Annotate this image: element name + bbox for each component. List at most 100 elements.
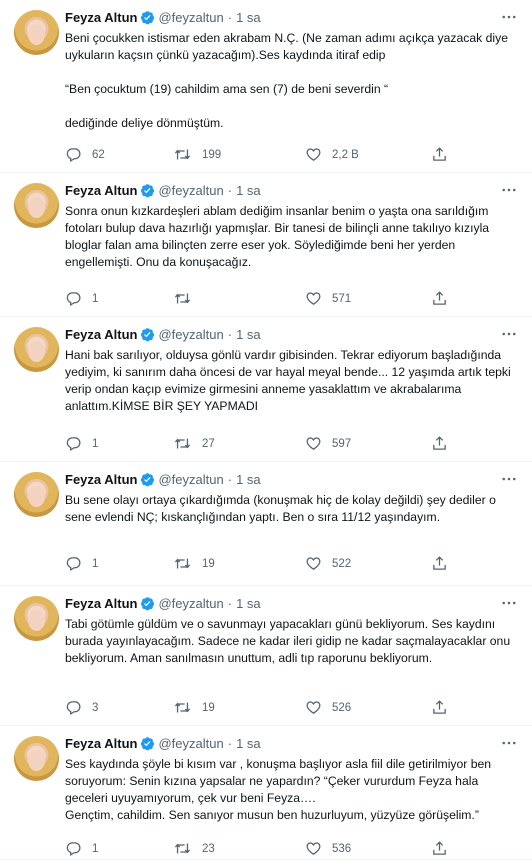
share-button[interactable] bbox=[431, 435, 448, 452]
timestamp[interactable]: 1 sa bbox=[236, 10, 261, 25]
author-name[interactable]: Feyza Altun bbox=[65, 596, 137, 611]
retweet-count: 199 bbox=[202, 148, 222, 161]
more-icon[interactable] bbox=[500, 325, 518, 346]
like-icon bbox=[305, 435, 322, 452]
tweet[interactable]: Feyza Altun @feyzaltun · 1 sa Ses kaydında … bbox=[0, 726, 532, 860]
share-button[interactable] bbox=[431, 699, 448, 716]
like-button[interactable]: 597 bbox=[305, 435, 351, 452]
reply-button[interactable]: 1 bbox=[65, 555, 98, 572]
more-icon[interactable] bbox=[500, 181, 518, 202]
reply-button[interactable]: 1 bbox=[65, 290, 98, 307]
retweet-count: 19 bbox=[202, 701, 215, 714]
retweet-button[interactable]: 19 bbox=[173, 555, 215, 572]
tweet[interactable]: Feyza Altun @feyzaltun · 1 sa Tabi götümle … bbox=[0, 586, 532, 726]
retweet-count: 19 bbox=[202, 557, 215, 570]
timestamp[interactable]: 1 sa bbox=[236, 327, 261, 342]
author-name[interactable]: Feyza Altun bbox=[65, 736, 137, 751]
avatar[interactable] bbox=[14, 596, 59, 641]
tweet-header: Feyza Altun @feyzaltun · 1 sa bbox=[65, 736, 261, 755]
more-icon[interactable] bbox=[500, 8, 518, 29]
tweet-thread: Feyza Altun @feyzaltun · 1 sa Beni çocukken… bbox=[0, 0, 532, 860]
verified-badge-icon bbox=[140, 736, 155, 755]
retweet-icon bbox=[173, 146, 192, 163]
reply-icon bbox=[65, 435, 82, 452]
tweet[interactable]: Feyza Altun @feyzaltun · 1 sa Sonra onun kı… bbox=[0, 173, 532, 317]
tweet-actions: 1 571 bbox=[65, 290, 522, 308]
share-button[interactable] bbox=[431, 840, 448, 857]
dot-separator: · bbox=[227, 10, 233, 25]
verified-badge-icon bbox=[140, 327, 155, 346]
like-button[interactable]: 522 bbox=[305, 555, 351, 572]
retweet-button[interactable]: 27 bbox=[173, 435, 215, 452]
avatar[interactable] bbox=[14, 183, 59, 228]
tweet-text: Beni çocukken istismar eden akrabam N.Ç.… bbox=[65, 31, 508, 130]
retweet-button[interactable]: 23 bbox=[173, 840, 215, 857]
avatar[interactable] bbox=[14, 10, 59, 55]
author-handle[interactable]: @feyzaltun bbox=[158, 596, 223, 611]
reply-count: 1 bbox=[92, 437, 99, 450]
tweet[interactable]: Feyza Altun @feyzaltun · 1 sa Beni çocukken… bbox=[0, 0, 532, 173]
tweet-text: Bu sene olayı ortaya çıkardığımda (konuş… bbox=[65, 493, 496, 524]
retweet-count: 27 bbox=[202, 437, 215, 450]
author-handle[interactable]: @feyzaltun bbox=[158, 183, 223, 198]
like-button[interactable]: 526 bbox=[305, 699, 351, 716]
author-name[interactable]: Feyza Altun bbox=[65, 183, 137, 198]
tweet-header: Feyza Altun @feyzaltun · 1 sa bbox=[65, 183, 261, 202]
author-name[interactable]: Feyza Altun bbox=[65, 10, 137, 25]
like-button[interactable]: 2,2 B bbox=[305, 146, 359, 163]
like-count: 2,2 B bbox=[332, 148, 359, 161]
more-icon[interactable] bbox=[500, 470, 518, 491]
like-icon bbox=[305, 290, 322, 307]
like-icon bbox=[305, 840, 322, 857]
timestamp[interactable]: 1 sa bbox=[236, 736, 261, 751]
like-button[interactable]: 571 bbox=[305, 290, 351, 307]
tweet-actions: 1 27 597 bbox=[65, 435, 522, 453]
reply-button[interactable]: 1 bbox=[65, 840, 98, 857]
reply-button[interactable]: 1 bbox=[65, 435, 98, 452]
author-handle[interactable]: @feyzaltun bbox=[158, 327, 223, 342]
more-icon[interactable] bbox=[500, 734, 518, 755]
avatar[interactable] bbox=[14, 736, 59, 781]
reply-icon bbox=[65, 699, 82, 716]
reply-count: 1 bbox=[92, 292, 99, 305]
dot-separator: · bbox=[227, 736, 233, 751]
share-button[interactable] bbox=[431, 555, 448, 572]
tweet[interactable]: Feyza Altun @feyzaltun · 1 sa Hani bak sarı… bbox=[0, 317, 532, 462]
avatar[interactable] bbox=[14, 472, 59, 517]
timestamp[interactable]: 1 sa bbox=[236, 183, 261, 198]
retweet-button[interactable]: 19 bbox=[173, 699, 215, 716]
reply-count: 1 bbox=[92, 842, 99, 855]
like-button[interactable]: 536 bbox=[305, 840, 351, 857]
dot-separator: · bbox=[227, 183, 233, 198]
like-icon bbox=[305, 146, 322, 163]
share-icon bbox=[431, 555, 448, 572]
author-handle[interactable]: @feyzaltun bbox=[158, 472, 223, 487]
tweet-actions: 1 23 536 bbox=[65, 840, 522, 858]
tweet-header: Feyza Altun @feyzaltun · 1 sa bbox=[65, 472, 261, 491]
timestamp[interactable]: 1 sa bbox=[236, 472, 261, 487]
timestamp[interactable]: 1 sa bbox=[236, 596, 261, 611]
share-button[interactable] bbox=[431, 146, 448, 163]
reply-icon bbox=[65, 146, 82, 163]
share-button[interactable] bbox=[431, 290, 448, 307]
retweet-button[interactable]: 199 bbox=[173, 146, 221, 163]
reply-button[interactable]: 62 bbox=[65, 146, 105, 163]
avatar[interactable] bbox=[14, 327, 59, 372]
more-icon[interactable] bbox=[500, 594, 518, 615]
verified-badge-icon bbox=[140, 183, 155, 202]
reply-icon bbox=[65, 840, 82, 857]
tweet-actions: 1 19 522 bbox=[65, 555, 522, 573]
author-handle[interactable]: @feyzaltun bbox=[158, 10, 223, 25]
tweet[interactable]: Feyza Altun @feyzaltun · 1 sa Bu sene olayı… bbox=[0, 462, 532, 586]
reply-icon bbox=[65, 290, 82, 307]
retweet-button[interactable] bbox=[173, 290, 202, 307]
reply-button[interactable]: 3 bbox=[65, 699, 98, 716]
author-name[interactable]: Feyza Altun bbox=[65, 327, 137, 342]
tweet-header: Feyza Altun @feyzaltun · 1 sa bbox=[65, 327, 261, 346]
retweet-icon bbox=[173, 699, 192, 716]
tweet-header: Feyza Altun @feyzaltun · 1 sa bbox=[65, 10, 261, 29]
author-name[interactable]: Feyza Altun bbox=[65, 472, 137, 487]
tweet-text: Hani bak sarılıyor, olduysa gönlü vardır… bbox=[65, 348, 511, 413]
author-handle[interactable]: @feyzaltun bbox=[158, 736, 223, 751]
tweet-actions: 3 19 526 bbox=[65, 699, 522, 717]
